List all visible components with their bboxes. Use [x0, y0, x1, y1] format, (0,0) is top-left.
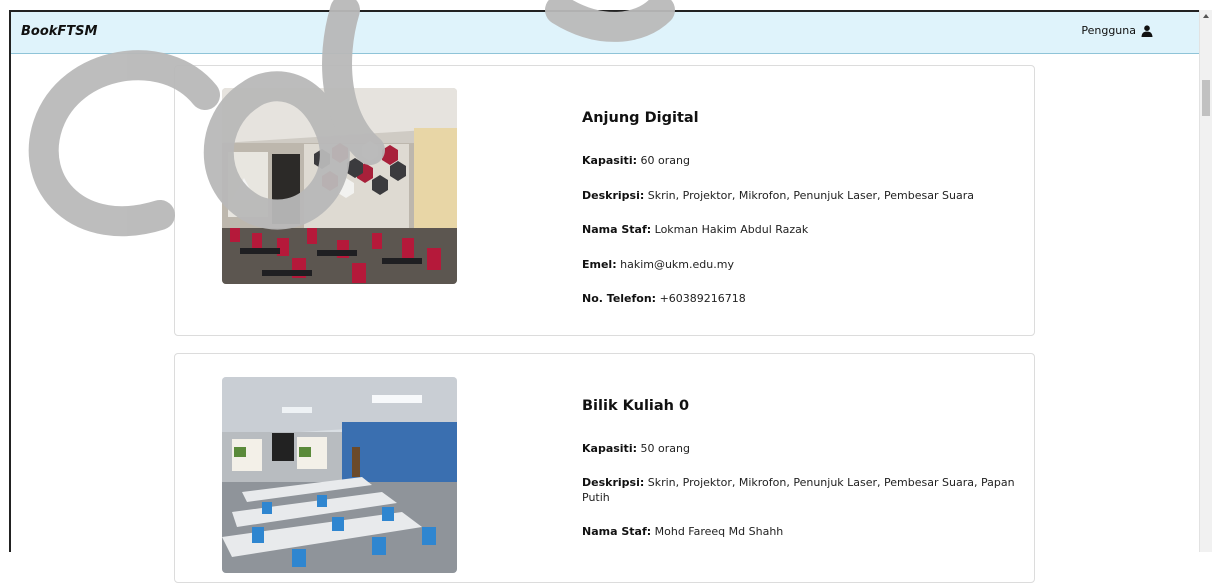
description-value: Skrin, Projektor, Mikrofon, Penunjuk Las…	[647, 188, 974, 202]
page: BookFTSM Pengguna Anjung Digital Kapasit…	[0, 0, 1212, 583]
description-label: Deskripsi:	[582, 476, 645, 489]
description-label: Deskripsi:	[582, 188, 645, 202]
room-card: Bilik Kuliah 0 Kapasiti: 50 orang Deskri…	[174, 353, 1035, 583]
phone-label: No. Telefon:	[582, 292, 657, 305]
room-name: Anjung Digital	[582, 110, 699, 126]
email-label: Emel:	[582, 257, 617, 271]
brand-link[interactable]: BookFTSM	[21, 24, 97, 39]
description-value: Skrin, Projektor, Mikrofon, Penunjuk Las…	[582, 476, 1015, 504]
capacity-value: 50 orang	[640, 442, 690, 455]
capacity-label: Kapasiti:	[582, 154, 637, 167]
scroll-up-arrow-icon[interactable]	[1203, 14, 1209, 18]
room-description: Deskripsi: Skrin, Projektor, Mikrofon, P…	[582, 475, 1022, 505]
room-description: Deskripsi: Skrin, Projektor, Mikrofon, P…	[582, 188, 1022, 203]
user-icon[interactable]	[1141, 24, 1153, 37]
room-card: Anjung Digital Kapasiti: 60 orang Deskri…	[174, 65, 1035, 336]
room-photo-image	[222, 88, 457, 284]
room-phone: No. Telefon: +60389216718	[582, 291, 1022, 306]
room-photo	[222, 377, 457, 573]
room-staff: Nama Staf: Mohd Fareeq Md Shahh	[582, 524, 1022, 539]
user-menu[interactable]: Pengguna	[1081, 24, 1153, 37]
room-info: Bilik Kuliah 0 Kapasiti: 50 orang Deskri…	[582, 398, 1022, 558]
room-photo-image	[222, 377, 457, 573]
staff-value: Mohd Fareeq Md Shahh	[654, 525, 784, 538]
window-border	[9, 10, 11, 552]
staff-label: Nama Staf:	[582, 223, 652, 236]
room-staff: Nama Staf: Lokman Hakim Abdul Razak	[582, 222, 1022, 237]
room-name: Bilik Kuliah 0	[582, 398, 690, 414]
room-capacity: Kapasiti: 50 orang	[582, 441, 1022, 456]
capacity-value: 60 orang	[640, 154, 690, 167]
vertical-scrollbar[interactable]	[1199, 10, 1212, 552]
capacity-label: Kapasiti:	[582, 442, 637, 455]
scrollbar-thumb[interactable]	[1202, 80, 1210, 116]
staff-value: Lokman Hakim Abdul Razak	[654, 223, 809, 236]
room-info: Anjung Digital Kapasiti: 60 orang Deskri…	[582, 110, 1022, 326]
room-capacity: Kapasiti: 60 orang	[582, 153, 1022, 168]
user-menu-label[interactable]: Pengguna	[1081, 24, 1136, 37]
navbar: BookFTSM Pengguna	[11, 12, 1199, 54]
phone-value: +60389216718	[659, 292, 746, 305]
room-email: Emel: hakim@ukm.edu.my	[582, 257, 1022, 272]
room-photo	[222, 88, 457, 284]
staff-label: Nama Staf:	[582, 525, 652, 538]
email-value: hakim@ukm.edu.my	[620, 257, 734, 271]
